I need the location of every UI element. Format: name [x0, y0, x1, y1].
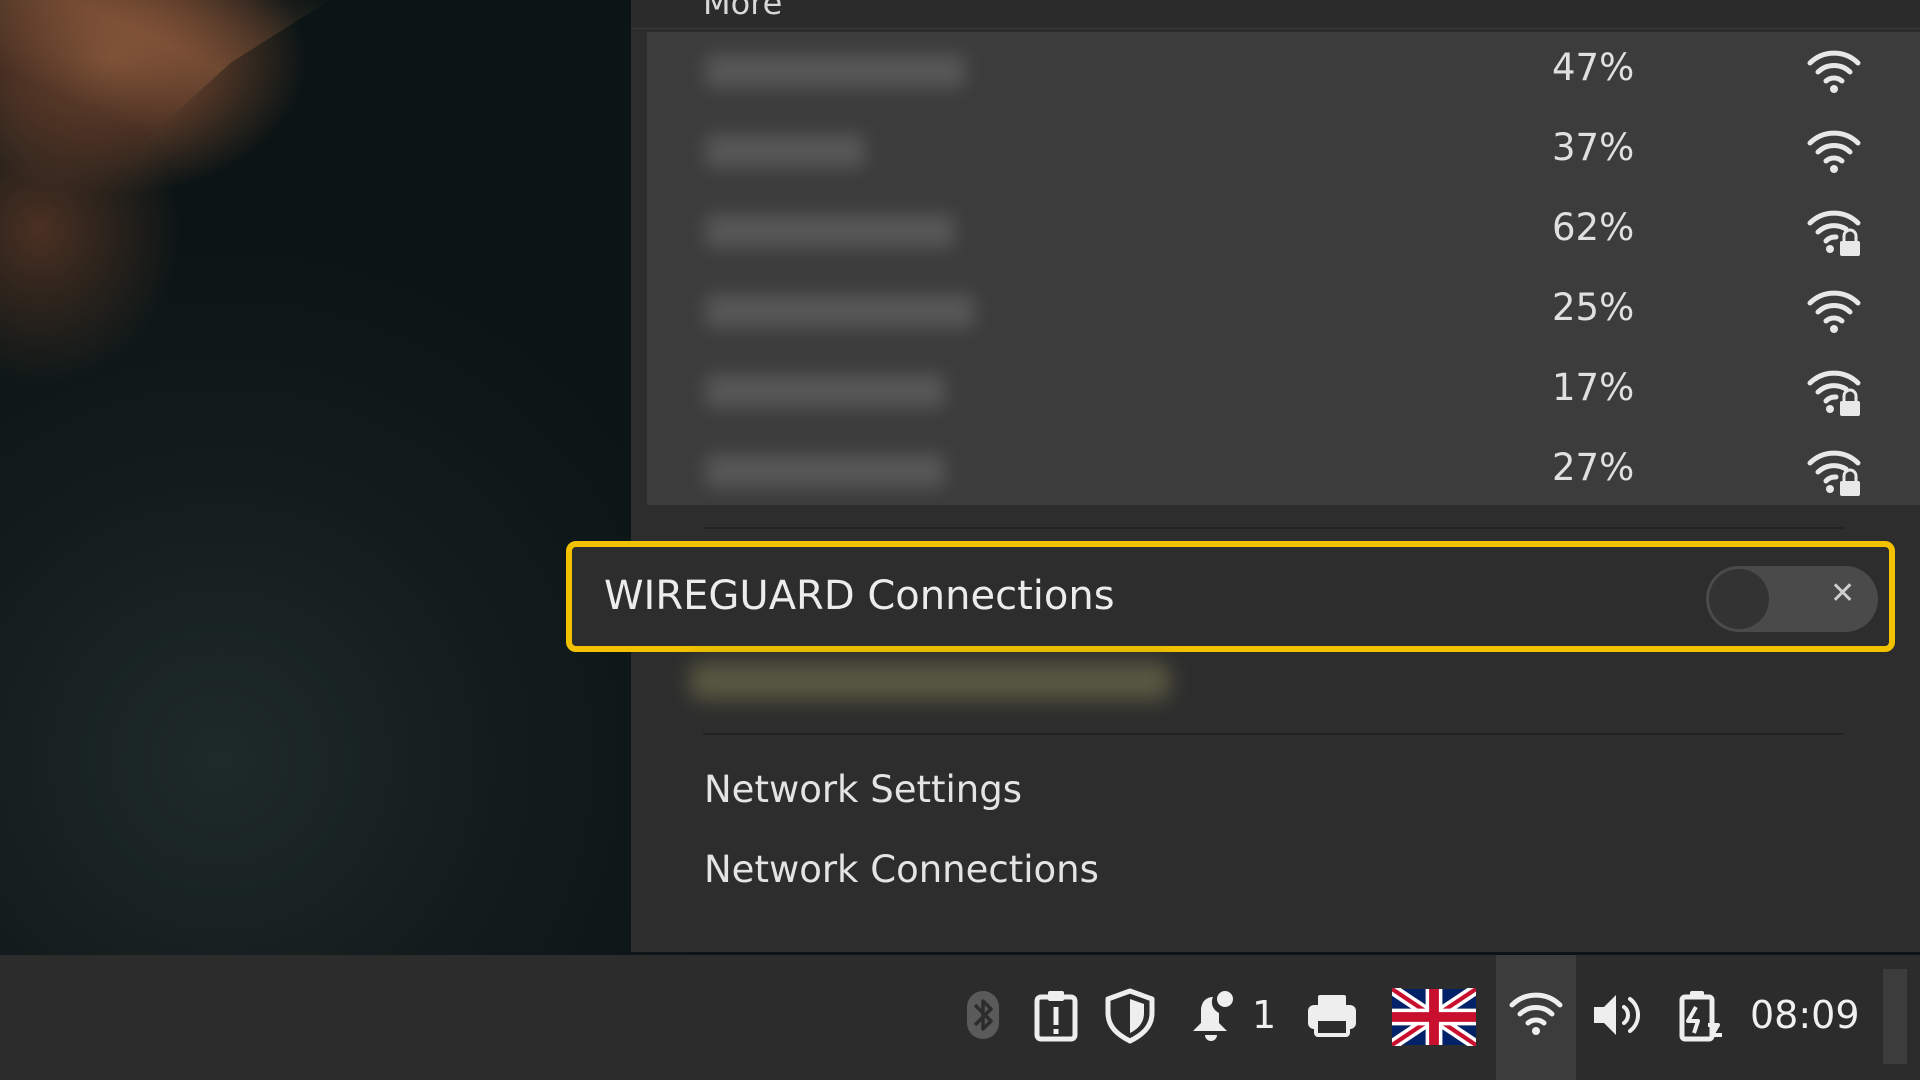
bluetooth-icon[interactable]	[953, 985, 1013, 1045]
wifi-signal-strength: 62%	[1552, 206, 1635, 249]
wifi-signal-icon	[1807, 290, 1861, 333]
wifi-network-list: 47% 37% 62% 25% 17% 27%	[647, 32, 1920, 505]
network-connections-item[interactable]: Network Connections	[704, 848, 1099, 891]
wifi-signal-strength: 17%	[1552, 366, 1635, 409]
volume-icon[interactable]	[1588, 985, 1648, 1045]
wireguard-toggle-switch[interactable]: ✕	[1706, 566, 1878, 632]
show-desktop-button[interactable]	[1883, 969, 1907, 1064]
wifi-signal-icon	[1807, 130, 1861, 173]
menu-separator	[703, 733, 1844, 735]
network-settings-item[interactable]: Network Settings	[704, 768, 1022, 811]
toggle-knob	[1709, 569, 1769, 629]
clock[interactable]: 08:09	[1750, 993, 1860, 1037]
shield-icon[interactable]	[1100, 985, 1160, 1045]
printer-icon[interactable]	[1302, 985, 1362, 1045]
wallpaper-rock	[0, 0, 330, 250]
wifi-tray-button[interactable]	[1496, 955, 1576, 1080]
notification-count: 1	[1252, 993, 1277, 1037]
uk-flag-keyboard-layout-icon[interactable]	[1392, 988, 1476, 1046]
wifi-network-name-blurred	[705, 454, 945, 488]
wifi-network-item[interactable]: 17%	[647, 352, 1920, 432]
clipboard-icon[interactable]	[1026, 985, 1086, 1045]
wifi-network-name-blurred	[705, 374, 945, 408]
wifi-signal-strength: 47%	[1552, 46, 1635, 89]
wifi-network-item[interactable]: 62%	[647, 192, 1920, 272]
wifi-secured-icon	[1807, 370, 1861, 416]
menu-header-label: More	[703, 0, 783, 22]
wireguard-connections-label: WIREGUARD Connections	[604, 573, 1115, 619]
wifi-icon	[1509, 992, 1563, 1035]
close-icon: ✕	[1830, 576, 1856, 611]
wifi-signal-icon	[1807, 50, 1861, 93]
wifi-network-item[interactable]: 25%	[647, 272, 1920, 352]
wifi-secured-icon	[1807, 210, 1861, 256]
wifi-signal-strength: 27%	[1552, 446, 1635, 489]
wifi-secured-icon	[1807, 450, 1861, 496]
wifi-network-name-blurred	[705, 54, 965, 88]
wifi-network-item[interactable]: 37%	[647, 112, 1920, 192]
wireguard-connections-row[interactable]: WIREGUARD Connections ✕	[566, 541, 1895, 652]
wireguard-connection-name-blurred[interactable]	[690, 662, 1170, 700]
wifi-signal-strength: 25%	[1552, 286, 1635, 329]
menu-separator	[703, 527, 1844, 529]
wifi-signal-strength: 37%	[1552, 126, 1635, 169]
notification-bell-icon[interactable]	[1183, 985, 1243, 1045]
wifi-network-name-blurred	[705, 134, 865, 168]
network-menu: More 47% 37% 62% 25% 17% 27% Network Set…	[631, 0, 1920, 952]
menu-header[interactable]: More	[631, 0, 1920, 29]
wifi-network-item[interactable]: 27%	[647, 432, 1920, 512]
battery-charging-icon[interactable]	[1668, 985, 1728, 1045]
wifi-network-name-blurred	[705, 214, 955, 248]
wifi-network-name-blurred	[705, 294, 975, 328]
bottom-panel: 1 08:09	[0, 955, 1920, 1080]
wifi-network-item[interactable]: 47%	[647, 32, 1920, 112]
